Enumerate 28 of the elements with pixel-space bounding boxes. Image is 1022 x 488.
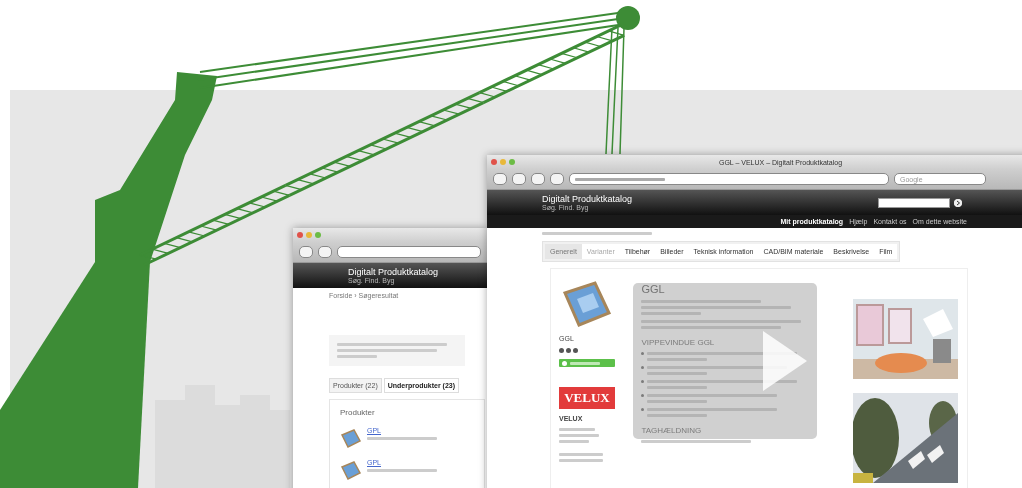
zoom-button[interactable] (315, 232, 321, 238)
section-heading: TAGHÆLDNING (641, 426, 703, 435)
reload-button[interactable] (318, 246, 332, 258)
zoom-button[interactable] (509, 159, 515, 165)
product-image (340, 427, 362, 449)
address-field[interactable] (569, 173, 889, 185)
add-badge[interactable] (559, 359, 615, 367)
hanging-cable-drawing (605, 103, 623, 155)
back-button[interactable] (299, 246, 313, 258)
brand-logo: VELUX (559, 387, 615, 409)
reload-button[interactable] (531, 173, 545, 185)
site-title: Digitalt Produktkatalog (542, 194, 634, 204)
go-button[interactable] (954, 198, 962, 207)
section-title: Produkter (340, 408, 376, 417)
close-button[interactable] (297, 232, 303, 238)
section-heading: VIPPEVINDUE GGL (641, 338, 716, 347)
video-overlay[interactable] (633, 283, 817, 439)
play-icon[interactable] (763, 331, 807, 391)
close-button[interactable] (491, 159, 497, 165)
home-button[interactable] (550, 173, 564, 185)
address-field[interactable] (337, 246, 481, 258)
product-image (340, 459, 362, 481)
product-title: GGL (641, 283, 666, 295)
site-title: Digitalt Produktkatalog (348, 267, 440, 277)
forward-button[interactable] (512, 173, 526, 185)
plus-icon (562, 360, 567, 366)
search-field[interactable] (878, 197, 950, 208)
back-button[interactable] (493, 173, 507, 185)
